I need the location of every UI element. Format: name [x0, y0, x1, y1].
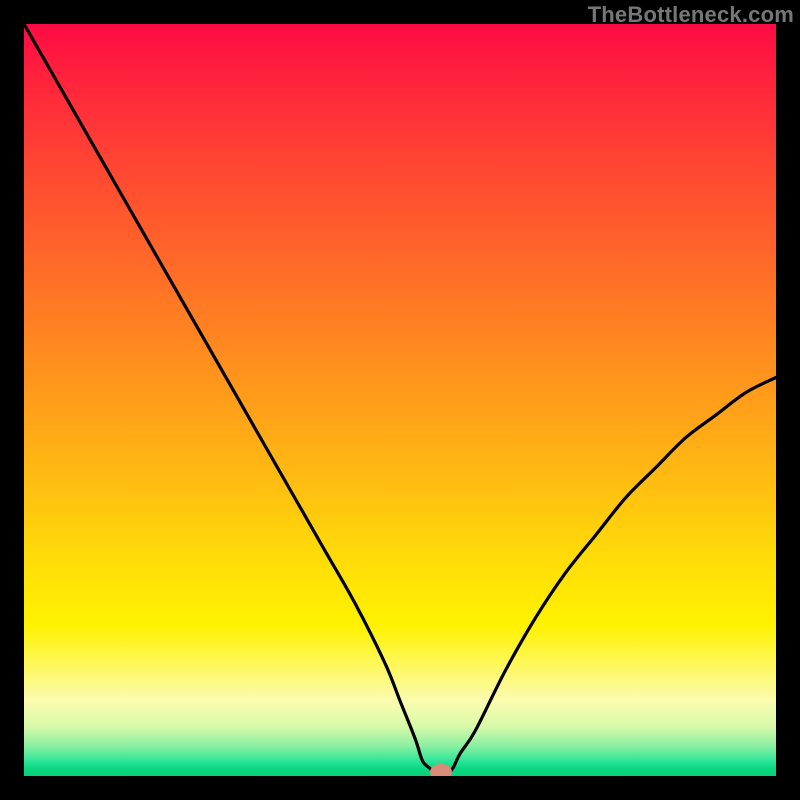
optimum-marker [430, 764, 452, 776]
chart-frame: TheBottleneck.com [0, 0, 800, 800]
bottleneck-curve [24, 24, 776, 776]
curve-line [24, 24, 776, 776]
plot-area [24, 24, 776, 776]
